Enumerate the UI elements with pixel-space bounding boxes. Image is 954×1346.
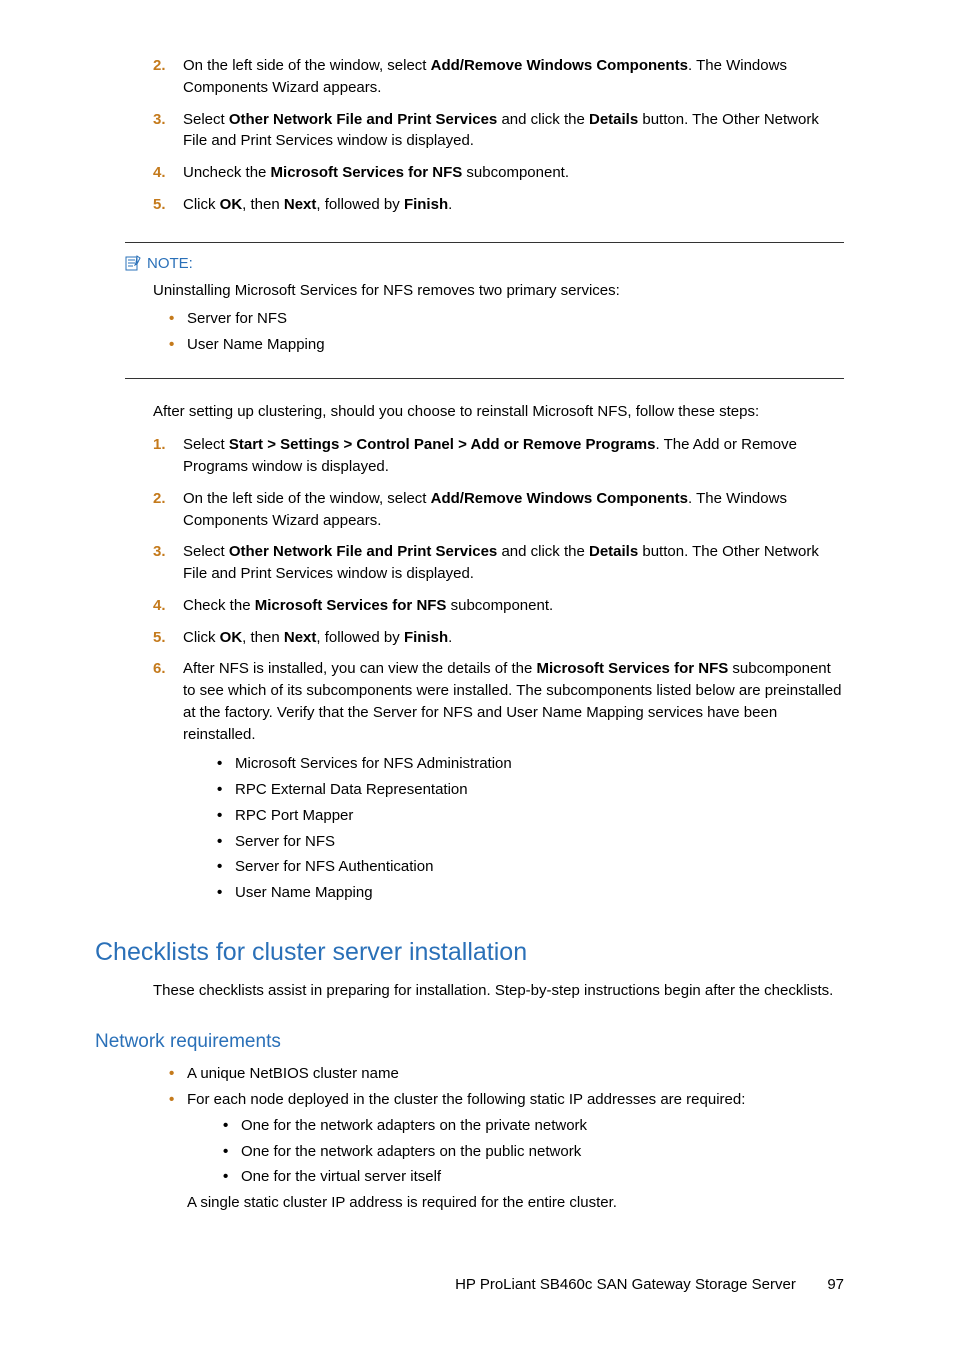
text: , followed by [316, 629, 404, 646]
network-requirements-list: A unique NetBIOS cluster name For each n… [163, 1063, 844, 1214]
step-4: Check the Microsoft Services for NFS sub… [153, 595, 844, 617]
bold: OK [220, 629, 243, 646]
bold: Microsoft Services for NFS [537, 660, 729, 677]
text: A single static cluster IP address is re… [187, 1192, 844, 1214]
step-6: After NFS is installed, you can view the… [153, 658, 844, 904]
note-intro: Uninstalling Microsoft Services for NFS … [153, 280, 844, 302]
page-number: 97 [800, 1274, 844, 1296]
bold: OK [220, 196, 243, 213]
bold: Microsoft Services for NFS [271, 164, 463, 181]
after-paragraph: After setting up clustering, should you … [95, 401, 844, 423]
note-body: Uninstalling Microsoft Services for NFS … [125, 280, 844, 355]
text: , then [242, 196, 284, 213]
steps-reinstall: Select Start > Settings > Control Panel … [95, 434, 844, 904]
list-item: One for the virtual server itself [217, 1166, 844, 1188]
step-3: Select Other Network File and Print Serv… [153, 541, 844, 585]
text: Select [183, 111, 229, 128]
bold: Other Network File and Print Services [229, 543, 497, 560]
list-item: A unique NetBIOS cluster name [163, 1063, 844, 1085]
text: Click [183, 629, 220, 646]
text: subcomponent. [462, 164, 569, 181]
bold: Start > Settings > Control Panel > Add o… [229, 436, 656, 453]
text: Select [183, 543, 229, 560]
text: . [448, 196, 452, 213]
list-item: One for the network adapters on the publ… [217, 1141, 844, 1163]
bold: Details [589, 543, 638, 560]
step-5: Click OK, then Next, followed by Finish. [153, 627, 844, 649]
section-heading-checklists: Checklists for cluster server installati… [95, 934, 844, 970]
note-box: NOTE: Uninstalling Microsoft Services fo… [125, 242, 844, 379]
text: Click [183, 196, 220, 213]
list-item: One for the network adapters on the priv… [217, 1115, 844, 1137]
text: After NFS is installed, you can view the… [183, 660, 537, 677]
text: , then [242, 629, 284, 646]
bold: Next [284, 629, 317, 646]
list-item: Server for NFS Authentication [211, 856, 844, 878]
bold: Finish [404, 196, 448, 213]
text: and click the [497, 543, 589, 560]
list-item: Microsoft Services for NFS Administratio… [211, 753, 844, 775]
subcomponents-list: Microsoft Services for NFS Administratio… [211, 753, 844, 904]
text: . [448, 629, 452, 646]
text: On the left side of the window, select [183, 490, 431, 507]
bold: Other Network File and Print Services [229, 111, 497, 128]
bold: Next [284, 196, 317, 213]
text: Select [183, 436, 229, 453]
subsection-heading-network: Network requirements [95, 1028, 844, 1056]
footer-title: HP ProLiant SB460c SAN Gateway Storage S… [455, 1276, 796, 1293]
text: Check the [183, 597, 255, 614]
note-heading: NOTE: [125, 253, 844, 275]
step-2: On the left side of the window, select A… [153, 55, 844, 99]
list-item: RPC External Data Representation [211, 779, 844, 801]
text: On the left side of the window, select [183, 57, 431, 74]
note-icon [125, 255, 141, 271]
bold: Add/Remove Windows Components [431, 490, 688, 507]
list-item: RPC Port Mapper [211, 805, 844, 827]
text: and click the [497, 111, 589, 128]
list-item: User Name Mapping [163, 334, 844, 356]
list-item: Server for NFS [163, 308, 844, 330]
network-sub-list: One for the network adapters on the priv… [217, 1115, 844, 1188]
section-intro: These checklists assist in preparing for… [95, 980, 844, 1002]
text: For each node deployed in the cluster th… [187, 1091, 745, 1108]
step-1: Select Start > Settings > Control Panel … [153, 434, 844, 478]
text: subcomponent. [446, 597, 553, 614]
page-footer: HP ProLiant SB460c SAN Gateway Storage S… [95, 1274, 844, 1296]
bold: Microsoft Services for NFS [255, 597, 447, 614]
bold: Details [589, 111, 638, 128]
bold: Add/Remove Windows Components [431, 57, 688, 74]
text: Uncheck the [183, 164, 271, 181]
step-4: Uncheck the Microsoft Services for NFS s… [153, 162, 844, 184]
step-3: Select Other Network File and Print Serv… [153, 109, 844, 153]
note-label: NOTE: [147, 253, 193, 275]
note-bullets: Server for NFS User Name Mapping [163, 308, 844, 356]
text: , followed by [316, 196, 404, 213]
step-5: Click OK, then Next, followed by Finish. [153, 194, 844, 216]
step-2: On the left side of the window, select A… [153, 488, 844, 532]
list-item: User Name Mapping [211, 882, 844, 904]
bold: Finish [404, 629, 448, 646]
steps-uninstall: On the left side of the window, select A… [95, 55, 844, 216]
list-item: For each node deployed in the cluster th… [163, 1089, 844, 1214]
list-item: Server for NFS [211, 831, 844, 853]
